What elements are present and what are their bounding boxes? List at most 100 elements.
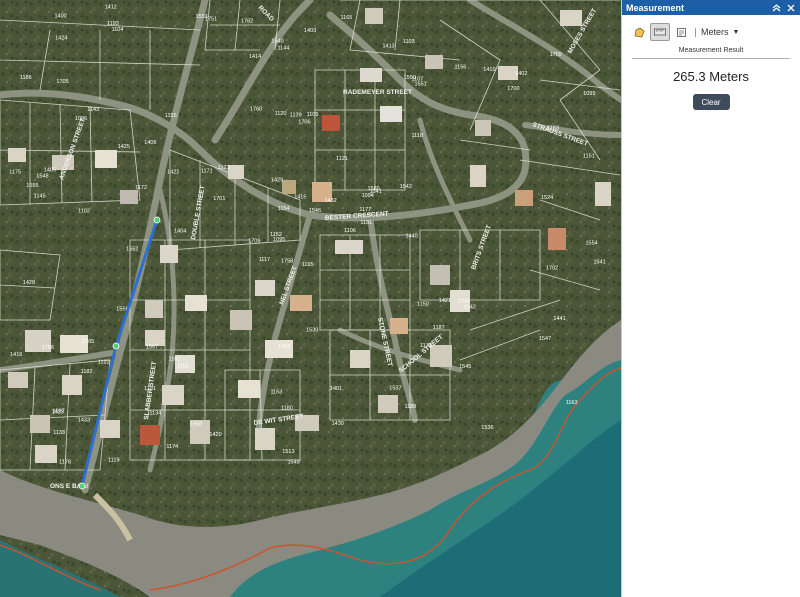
parcel-number: 1432 [325, 198, 337, 204]
parcel-number: 1424 [55, 36, 67, 42]
parcel-number: 1102 [78, 208, 90, 214]
parcel-number: 1193 [107, 21, 119, 27]
parcel-number: 1541 [594, 259, 606, 265]
parcel-number: 1546 [309, 208, 321, 214]
coordinate-icon [676, 27, 686, 37]
parcel-number: 1542 [400, 184, 412, 190]
clear-button[interactable]: Clear [692, 94, 730, 110]
parcel-number: 1163 [566, 400, 578, 406]
parcel-number: 1406 [144, 140, 156, 146]
parcel-number: 1133 [53, 430, 65, 436]
parcel-number: 1549 [288, 460, 300, 466]
parcel-number: 1429 [271, 178, 283, 184]
measure-vertex-start[interactable] [153, 216, 161, 224]
parcel-number: 1183 [547, 126, 559, 132]
parcel-number: 1155 [165, 113, 177, 119]
parcel-number: 1537 [389, 386, 401, 392]
parcel-number: 1554 [586, 241, 598, 247]
map-view[interactable]: BESTER CRESCENT RADEMEYER STREET STRAUSS… [0, 0, 621, 597]
parcel-number: 1103 [403, 39, 415, 45]
parcel-number: 1104 [112, 27, 124, 33]
parcel-number: 1762 [241, 19, 253, 25]
parcel-number: 1418 [278, 344, 290, 350]
measure-vertex-mid[interactable] [112, 342, 120, 350]
measure-vertex-end[interactable] [78, 482, 86, 490]
parcel-number: 1118 [412, 133, 423, 139]
parcel-number: 1545 [459, 364, 471, 370]
parcel-number: 1139 [290, 113, 302, 119]
panel-header: Measurement [622, 0, 800, 15]
unit-value: Meters [701, 27, 729, 37]
parcel-number: 1706 [298, 119, 310, 125]
distance-tool-button[interactable] [650, 23, 670, 41]
aerial-map[interactable]: BESTER CRESCENT RADEMEYER STREET STRAUSS… [0, 0, 621, 597]
parcel-number: 1180 [281, 405, 293, 411]
parcel-number: 1120 [275, 111, 287, 117]
parcel-number: 1143 [87, 107, 99, 113]
parcel-number: 1117 [259, 257, 270, 263]
parcel-number: 1181 [360, 220, 372, 226]
parcel-number: 1428 [23, 280, 35, 286]
parcel-number: 1709 [248, 239, 260, 245]
parcel-number: 1182 [81, 369, 93, 375]
panel-title: Measurement [626, 2, 685, 13]
location-tool-button[interactable] [672, 24, 690, 40]
parcel-number: 1171 [201, 168, 213, 174]
parcel-number: 1702 [546, 266, 558, 272]
unit-dropdown[interactable]: Meters ▼ [701, 27, 739, 37]
parcel-number: 1174 [166, 444, 178, 450]
parcel-number: 1555 [26, 183, 38, 189]
parcel-number: 1414 [249, 54, 261, 60]
parcel-number: 1530 [306, 327, 318, 333]
toolbar-separator [695, 27, 696, 37]
parcel-number: 1150 [417, 302, 429, 308]
parcel-number: 1144 [278, 46, 290, 52]
parcel-number: 1175 [9, 170, 21, 176]
parcel-number: 1101 [177, 363, 189, 369]
parcel-number: 1536 [481, 425, 493, 431]
parcel-number: 1410 [483, 67, 495, 73]
close-icon[interactable] [785, 2, 796, 13]
parcel-number: 1430 [332, 421, 344, 427]
parcel-number: 1164 [457, 299, 469, 305]
parcel-number: 1106 [344, 228, 356, 234]
ruler-icon [654, 28, 666, 36]
result-label: Measurement Result [632, 47, 790, 59]
parcel-number: 1433 [78, 418, 90, 424]
parcel-number: 1099 [583, 91, 595, 97]
parcel-number: 1142 [464, 304, 476, 310]
parcel-number: 1415 [294, 195, 306, 201]
parcel-number: 1705 [56, 79, 68, 85]
parcel-number: 1756 [42, 345, 54, 351]
collapse-icon[interactable] [771, 2, 782, 13]
parcel-number: 1413 [383, 44, 395, 50]
parcel-number: 1178 [59, 460, 71, 466]
parcel-number: 1151 [583, 154, 595, 160]
parcel-number: 1177 [359, 207, 371, 213]
parcel-number: 1548 [36, 174, 48, 180]
measurement-panel: Measurement Meters ▼ Measurement Result … [621, 0, 800, 597]
parcel-number: 1551 [415, 82, 427, 88]
area-tool-button[interactable] [630, 24, 648, 40]
parcel-number: 1173 [420, 343, 432, 349]
parcel-number: 1134 [149, 411, 161, 417]
parcel-number: 1425 [118, 144, 130, 150]
parcel-number: 1751 [205, 17, 217, 23]
parcel-number: 1558 [190, 422, 202, 428]
parcel-number: 1172 [135, 185, 147, 191]
parcel-number: 1700 [507, 86, 519, 92]
parcel-number: 1423 [52, 409, 64, 415]
parcel-number: 1560 [368, 186, 380, 192]
parcel-number: 1152 [270, 232, 282, 238]
parcel-number: 1513 [282, 449, 294, 455]
parcel-number: 1096 [75, 116, 87, 122]
parcel-number: 1552 [126, 247, 138, 253]
parcel-number: 1105 [307, 112, 319, 118]
parcel-number: 1765 [82, 339, 94, 345]
parcel-number: 1422 [167, 169, 179, 175]
measurement-toolbar: Meters ▼ [622, 15, 800, 42]
parcel-number: 1154 [278, 206, 290, 212]
parcel-number: 1759 [550, 52, 562, 58]
parcel-number: 1758 [281, 259, 293, 265]
parcel-number: 1420 [209, 432, 221, 438]
